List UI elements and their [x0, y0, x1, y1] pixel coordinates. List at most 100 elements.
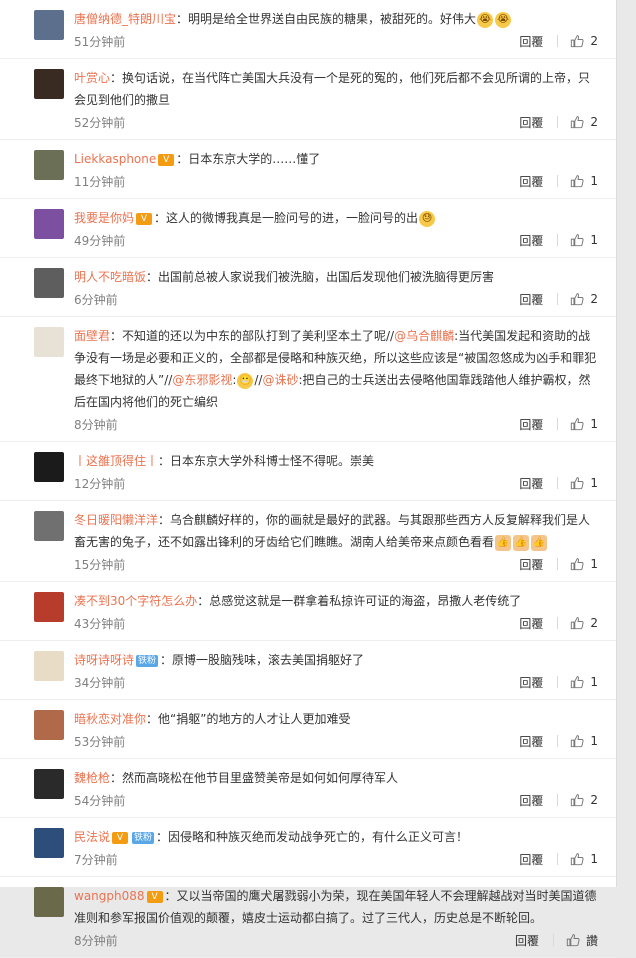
- avatar[interactable]: [34, 887, 64, 917]
- confused-emoji-icon: 😓: [419, 210, 436, 227]
- timestamp: 54分钟前: [74, 793, 126, 808]
- reply-button[interactable]: 回覆: [519, 733, 557, 750]
- reply-button[interactable]: 回覆: [519, 475, 557, 492]
- reply-button[interactable]: 回覆: [519, 173, 557, 190]
- thumbs-up-icon: [571, 293, 584, 306]
- avatar[interactable]: [34, 452, 64, 482]
- username-link[interactable]: 民法说: [74, 830, 110, 844]
- comment-text: Liekkasphone V ：日本东京大学的……懂了: [74, 148, 598, 170]
- list-item: wangph088 V ：又以当帝国的鹰犬屠戮弱小为荣，现在美国年轻人不会理解越战对…: [0, 877, 616, 958]
- comment-meta: 54分钟前 回覆 2: [74, 789, 598, 811]
- avatar[interactable]: [34, 327, 64, 357]
- like-count: 1: [590, 675, 598, 689]
- comment-body: ：因侵略和种族灭绝而发动战争死亡的，有什么正义可言！: [156, 830, 469, 844]
- reply-button[interactable]: 回覆: [519, 114, 557, 131]
- like-button[interactable]: 2: [570, 115, 598, 129]
- thumbs-up-icon: [571, 735, 584, 748]
- avatar[interactable]: [34, 511, 64, 541]
- reply-button[interactable]: 回覆: [519, 416, 557, 433]
- reply-button[interactable]: 回覆: [519, 33, 557, 50]
- reply-button[interactable]: 回覆: [519, 851, 557, 868]
- like-button[interactable]: 讚: [566, 932, 598, 949]
- username-link[interactable]: 叶赏心: [74, 71, 110, 85]
- reply-button[interactable]: 回覆: [519, 674, 557, 691]
- list-item: 明人不吃暗饭：出国前总被人家说我们被洗脑，出国后发现他们被洗脑得更厉害 6分钟前 回…: [0, 258, 616, 317]
- like-button[interactable]: 2: [570, 793, 598, 807]
- username-link[interactable]: 我要是你妈: [74, 211, 134, 225]
- reply-button[interactable]: 回覆: [515, 932, 553, 949]
- username-link[interactable]: 暗秋恋对准你: [74, 712, 146, 726]
- divider: [557, 676, 559, 688]
- like-count: 1: [590, 852, 598, 866]
- reply-button[interactable]: 回覆: [519, 615, 557, 632]
- avatar[interactable]: [34, 592, 64, 622]
- comment-text: 诗呀诗呀诗 铁粉 ：原博一股脑残味，滚去美国捐躯好了: [74, 649, 598, 671]
- comment-body: ：总感觉这就是一群拿着私掠许可证的海盗，昂撒人老传统了: [197, 594, 522, 608]
- reply-button[interactable]: 回覆: [519, 792, 557, 809]
- like-button[interactable]: 1: [570, 174, 598, 188]
- comment-panel: 唐僧纳德_特朗川宝：明明是给全世界送自由民族的糖果，被甜死的。好伟大 😭 😭 51分钟…: [0, 0, 617, 958]
- comment-meta: 7分钟前 回覆 1: [74, 848, 598, 870]
- divider: [557, 116, 559, 128]
- like-button[interactable]: 1: [570, 734, 598, 748]
- comment-meta: 11分钟前 回覆 1: [74, 170, 598, 192]
- like-button[interactable]: 1: [570, 675, 598, 689]
- username-link[interactable]: 唐僧纳德_特朗川宝: [74, 12, 176, 26]
- comment-meta: 8分钟前 回覆 讚: [74, 929, 598, 951]
- avatar[interactable]: [34, 69, 64, 99]
- like-button[interactable]: 2: [570, 292, 598, 306]
- avatar[interactable]: [34, 209, 64, 239]
- like-button[interactable]: 2: [570, 616, 598, 630]
- timestamp: 43分钟前: [74, 616, 126, 631]
- timestamp: 52分钟前: [74, 115, 126, 130]
- like-button[interactable]: 1: [570, 233, 598, 247]
- comment-list: 唐僧纳德_特朗川宝：明明是给全世界送自由民族的糖果，被甜死的。好伟大 😭 😭 51分钟…: [0, 0, 616, 958]
- avatar[interactable]: [34, 10, 64, 40]
- like-button[interactable]: 1: [570, 476, 598, 490]
- comment-actions: 回覆 2: [519, 33, 598, 50]
- username-link[interactable]: wangph088: [74, 889, 145, 903]
- comment-meta: 15分钟前 回覆 1: [74, 553, 598, 575]
- avatar[interactable]: [34, 710, 64, 740]
- smile-emoji-icon: 😬: [237, 372, 254, 389]
- comment-meta: 49分钟前 回覆 1: [74, 229, 598, 251]
- comment-text: 丨这雒顶得住丨：日本东京大学外科博士怪不得呢。崇美: [74, 450, 598, 472]
- thumbs-up-icon: [571, 116, 584, 129]
- thumb-emoji-icon: 👍: [531, 534, 548, 551]
- username-link[interactable]: 丨这雒顶得住丨: [74, 454, 158, 468]
- avatar[interactable]: [34, 651, 64, 681]
- avatar[interactable]: [34, 268, 64, 298]
- comment-text: 我要是你妈 V ：这人的微博我真是一脸问号的进，一脸问号的出 😓: [74, 207, 598, 229]
- like-button[interactable]: 2: [570, 34, 598, 48]
- username-link[interactable]: 凑不到30个字符怎么办: [74, 594, 197, 608]
- username-link[interactable]: 明人不吃暗饭: [74, 270, 146, 284]
- reply-button[interactable]: 回覆: [519, 556, 557, 573]
- comment-actions: 回覆 1: [519, 733, 598, 750]
- like-button[interactable]: 1: [570, 557, 598, 571]
- comment-text: 明人不吃暗饭：出国前总被人家说我们被洗脑，出国后发现他们被洗脑得更厉害: [74, 266, 598, 288]
- username-link[interactable]: 魏枪枪: [74, 771, 110, 785]
- divider: [557, 293, 559, 305]
- avatar[interactable]: [34, 150, 64, 180]
- username-link[interactable]: Liekkasphone: [74, 152, 156, 166]
- timestamp: 8分钟前: [74, 417, 118, 432]
- username-link[interactable]: 诗呀诗呀诗: [74, 653, 134, 667]
- comment-actions: 回覆 2: [519, 615, 598, 632]
- mention-link[interactable]: @乌合麒麟: [394, 329, 454, 343]
- like-button[interactable]: 1: [570, 852, 598, 866]
- avatar[interactable]: [34, 769, 64, 799]
- reply-button[interactable]: 回覆: [519, 291, 557, 308]
- reply-button[interactable]: 回覆: [519, 232, 557, 249]
- comment-body: ：日本东京大学的……懂了: [176, 152, 321, 166]
- comment-text: 面壁君：不知道的还以为中东的部队打到了美利坚本土了呢//@乌合麒麟:当代美国发起…: [74, 325, 598, 413]
- like-button[interactable]: 1: [570, 417, 598, 431]
- username-link[interactable]: 冬日暖阳懒洋洋: [74, 513, 158, 527]
- comment-text: 凑不到30个字符怎么办：总感觉这就是一群拿着私掠许可证的海盗，昂撒人老传统了: [74, 590, 598, 612]
- avatar[interactable]: [34, 828, 64, 858]
- comment-meta: 6分钟前 回覆 2: [74, 288, 598, 310]
- mention-link[interactable]: @诛砂: [262, 373, 298, 387]
- divider: [557, 853, 559, 865]
- comment-actions: 回覆 1: [519, 416, 598, 433]
- mention-link[interactable]: @东邪影视: [172, 373, 232, 387]
- username-link[interactable]: 面壁君: [74, 329, 110, 343]
